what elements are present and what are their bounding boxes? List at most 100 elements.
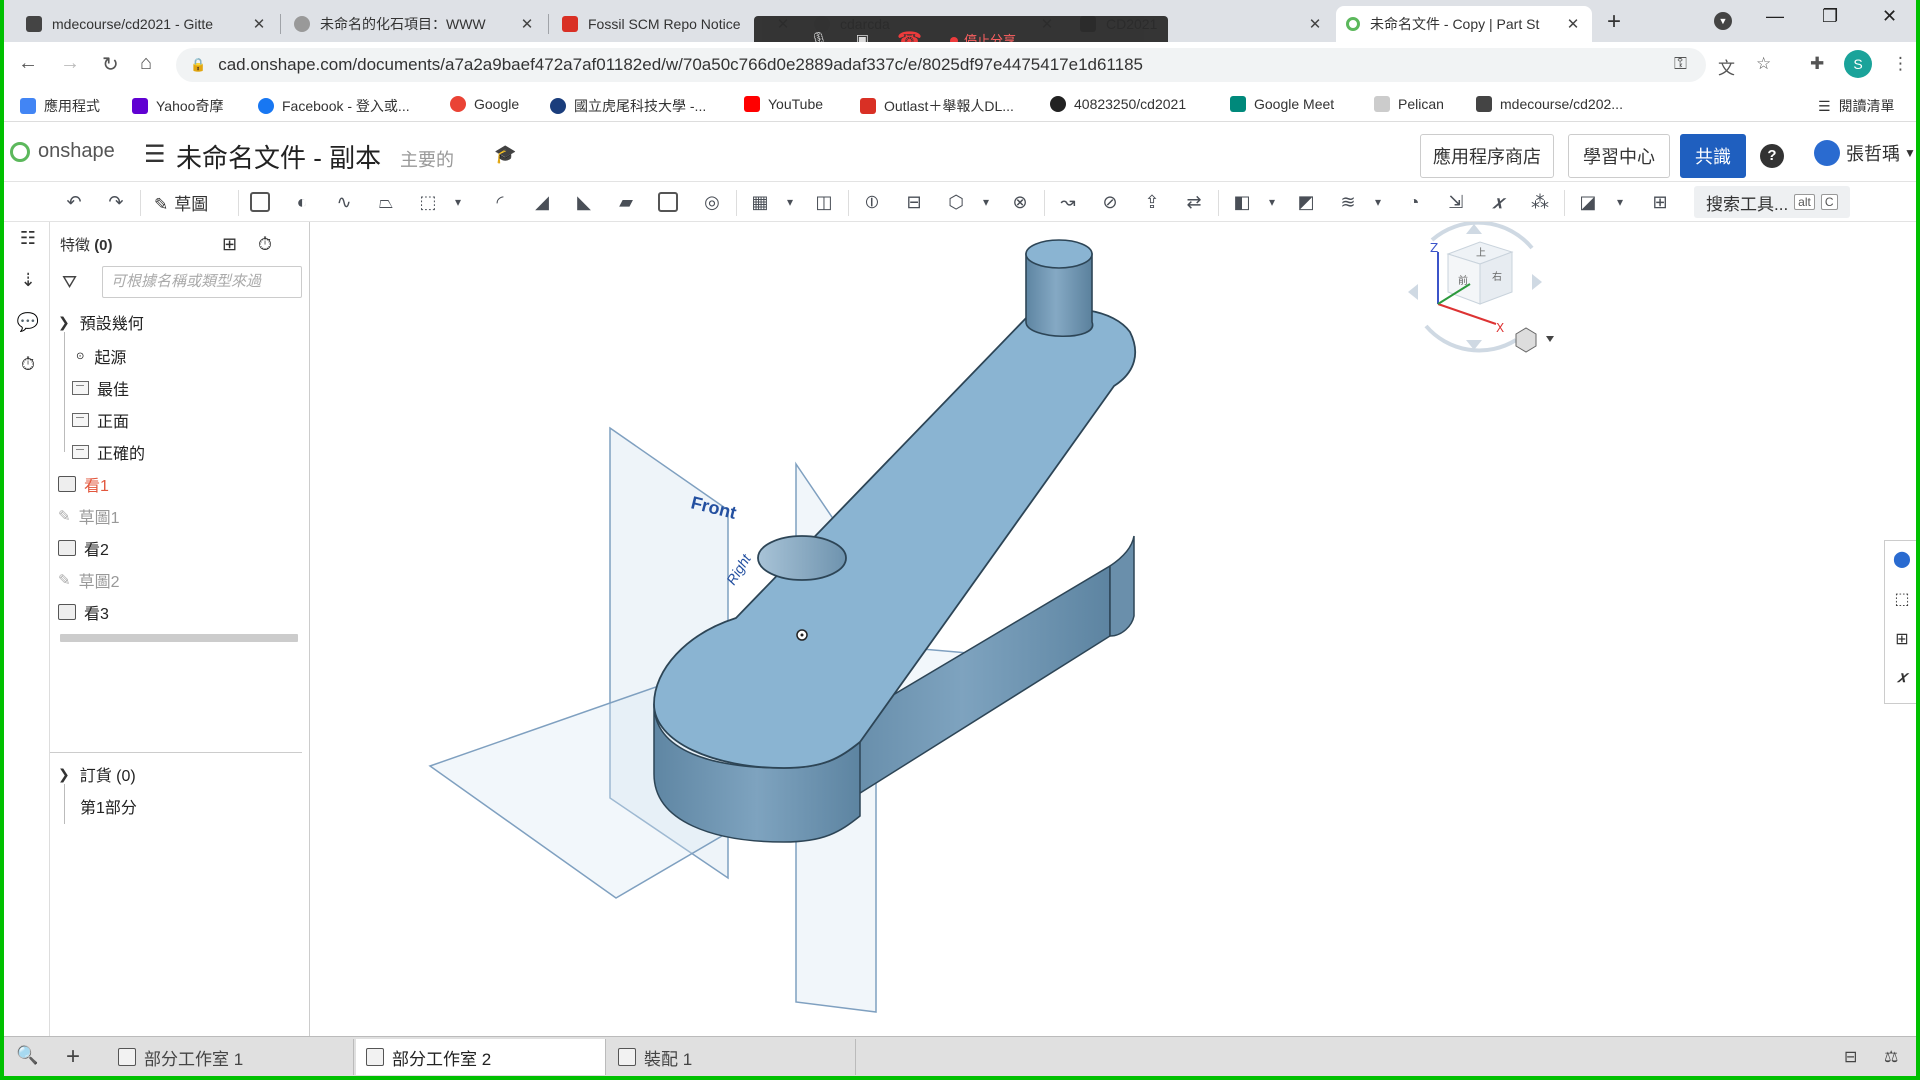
view-options-icon[interactable]	[1515, 327, 1537, 353]
add-folder-icon[interactable]: ⊞	[222, 234, 237, 255]
revolve-icon[interactable]: ◐	[290, 190, 314, 214]
key-icon[interactable]: ⚿	[1674, 54, 1687, 74]
tab-gitter[interactable]: mdecourse/cd2021 - Gitte ✕	[16, 6, 278, 42]
undo-icon[interactable]: ↶	[62, 190, 86, 214]
reading-list[interactable]: ☰ 閱讀清單	[1818, 96, 1895, 116]
filter-icon[interactable]: ⛛	[62, 272, 77, 293]
chamfer-icon[interactable]: ◢	[530, 190, 554, 214]
modify-fillet-icon[interactable]: ↝	[1056, 190, 1080, 214]
shell-icon[interactable]	[658, 192, 678, 212]
document-title[interactable]: 未命名文件 - 副本	[176, 138, 381, 175]
profile-avatar[interactable]: S	[1844, 50, 1872, 78]
mass-properties-icon[interactable]: ⊞	[1891, 629, 1913, 651]
bookmark-pelican[interactable]: Pelican	[1374, 96, 1444, 112]
units-icon[interactable]: ⊟	[1844, 1047, 1857, 1067]
split-icon[interactable]: ⊟	[902, 190, 926, 214]
chevron-down-icon[interactable]: ▾	[974, 190, 998, 214]
tab-part-studio-1[interactable]: 部分工作室 1	[108, 1039, 354, 1075]
parts-icon[interactable]: ⁂	[1528, 190, 1552, 214]
sketch1-item[interactable]: ✎ 草圖1	[58, 504, 119, 528]
forward-icon[interactable]: →	[60, 52, 80, 75]
plane-icon[interactable]: ◧	[1230, 190, 1254, 214]
chevron-down-icon[interactable]: ▾	[778, 190, 802, 214]
sweep-icon[interactable]: ∿	[332, 190, 356, 214]
material-icon[interactable]: ⬚	[1891, 589, 1913, 611]
front-plane-item[interactable]: 正面	[72, 408, 129, 432]
helix-icon[interactable]: ≋	[1336, 190, 1360, 214]
bookmark-youtube[interactable]: YouTube	[744, 96, 823, 112]
chevron-down-icon[interactable]: ❯	[58, 314, 70, 331]
extrude2-item[interactable]: 看2	[58, 536, 109, 560]
parts-folder[interactable]: ❯ 訂貨 (0)	[58, 762, 136, 786]
reload-icon[interactable]: ↻	[102, 52, 119, 77]
chevron-down-icon[interactable]: ❯	[58, 766, 70, 783]
add-custom-feature-icon[interactable]: ⊞	[1648, 190, 1672, 214]
hole-edge[interactable]	[757, 535, 847, 581]
variable-icon[interactable]: 𝑥	[1486, 190, 1510, 214]
bookmark-nfu[interactable]: 國立虎尾科技大學 -...	[550, 96, 706, 116]
measure-icon[interactable]: ◔	[1402, 190, 1426, 214]
extrude1-item[interactable]: 看1	[58, 472, 109, 496]
mate-connector-icon[interactable]: ◩	[1294, 190, 1318, 214]
delete-part-icon[interactable]: ⊗	[1008, 190, 1032, 214]
sketch-button[interactable]: ✎ 草圖	[154, 190, 208, 215]
variables-icon[interactable]: 𝑥	[1891, 669, 1913, 691]
default-geometry-folder[interactable]: ❯ 預設幾何	[58, 310, 144, 334]
appearance-icon[interactable]: ⬤	[1891, 549, 1913, 571]
tab-fossil-project[interactable]: 未命名的化石項目：WWW ✕	[284, 6, 546, 42]
view-arrow-right-icon[interactable]	[1532, 274, 1542, 290]
new-tab-icon[interactable]: +	[1607, 8, 1621, 36]
thicken-icon[interactable]: ⬚	[416, 190, 440, 214]
lock-icon[interactable]: 🔒	[190, 57, 206, 73]
chevron-down-icon[interactable]: ▾	[1608, 190, 1632, 214]
feature-list-icon[interactable]: ☷	[16, 228, 40, 252]
bookmark-github[interactable]: 40823250/cd2021	[1050, 96, 1186, 112]
bookmark-outlast[interactable]: Outlast＋舉報人DL...	[860, 96, 1014, 116]
derived-icon[interactable]: ⇲	[1444, 190, 1468, 214]
extrude3-item[interactable]: 看3	[58, 600, 109, 624]
tab-part-studio-2[interactable]: 部分工作室 2	[356, 1039, 606, 1075]
close-window-icon[interactable]: ✕	[1882, 6, 1897, 27]
redo-icon[interactable]: ↷	[104, 190, 128, 214]
pin-top-face[interactable]	[1025, 239, 1093, 269]
view-arrow-left-icon[interactable]	[1408, 284, 1418, 300]
bookmark-mdecourse[interactable]: mdecourse/cd202...	[1476, 96, 1623, 112]
origin-item[interactable]: ⊙ 起源	[76, 344, 126, 368]
user-menu[interactable]: 張哲瑀 ▼	[1814, 140, 1916, 166]
minimize-icon[interactable]: —	[1766, 6, 1784, 27]
close-icon[interactable]: ✕	[1306, 15, 1324, 33]
graphics-viewport[interactable]: Front Right 上 前 右 Z X	[310, 222, 1886, 1052]
view-arrow-up-icon[interactable]	[1466, 224, 1482, 234]
star-icon[interactable]: ☆	[1756, 54, 1771, 74]
part1-item[interactable]: 第1部分	[80, 794, 137, 818]
chevron-down-icon[interactable]	[1546, 336, 1554, 342]
rib-icon[interactable]: ▰	[614, 190, 638, 214]
chevron-down-icon[interactable]: ▾	[1260, 190, 1284, 214]
learning-center-button[interactable]: 學習中心	[1568, 134, 1670, 178]
feature-scrollbar[interactable]	[60, 634, 298, 642]
bookmark-yahoo[interactable]: Yahoo奇摩	[132, 96, 223, 116]
bookmark-apps[interactable]: 應用程式	[20, 96, 100, 116]
close-icon[interactable]: ✕	[250, 15, 268, 33]
tab-assembly-1[interactable]: 裝配 1	[608, 1039, 856, 1075]
panel-divider[interactable]	[50, 752, 302, 753]
extensions-icon[interactable]: ✚	[1810, 54, 1824, 74]
chevron-down-icon[interactable]: ▾	[1366, 190, 1390, 214]
sketch2-item[interactable]: ✎ 草圖2	[58, 568, 119, 592]
hamburger-menu-icon[interactable]: ☰	[144, 140, 166, 169]
section-view-icon[interactable]: ◪	[1576, 190, 1600, 214]
bookmark-meet[interactable]: Google Meet	[1230, 96, 1334, 112]
loft-icon[interactable]: ⏢	[374, 190, 398, 214]
learning-cap-icon[interactable]: 🎓	[494, 144, 516, 165]
pattern-icon[interactable]: ▦	[748, 190, 772, 214]
move-face-icon[interactable]: ⇪	[1140, 190, 1164, 214]
transform-icon[interactable]: ⬡	[944, 190, 968, 214]
close-icon[interactable]: ✕	[1564, 15, 1582, 33]
comments-icon[interactable]: 💬	[16, 312, 40, 336]
timer-icon[interactable]: ⏱	[16, 354, 40, 378]
replace-face-icon[interactable]: ⇄	[1182, 190, 1206, 214]
rollback-timer-icon[interactable]: ⏱	[258, 234, 272, 255]
branch-label[interactable]: 主要的	[400, 146, 454, 172]
url-field[interactable]: 🔒 cad.onshape.com/documents/a7a2a9baef47…	[176, 48, 1706, 82]
mirror-icon[interactable]: ◫	[812, 190, 836, 214]
